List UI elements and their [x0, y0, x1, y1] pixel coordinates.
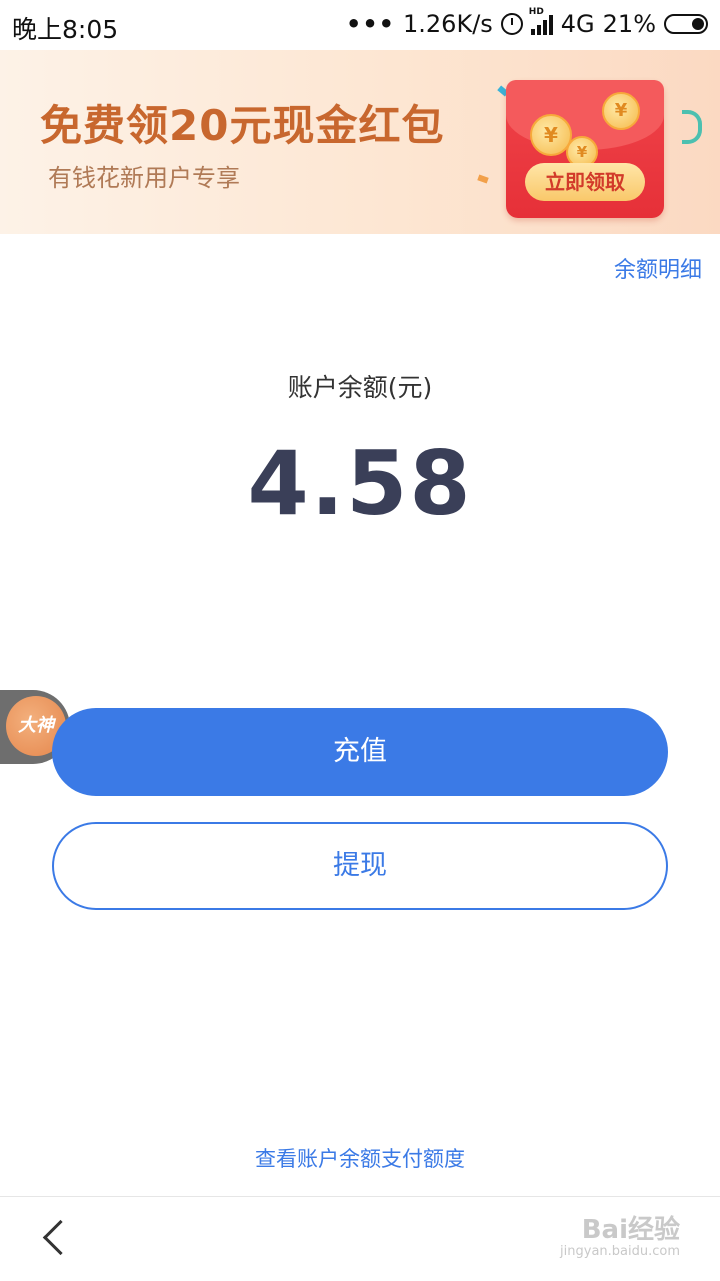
network-speed: 1.26K/s [403, 10, 493, 38]
claim-now-button[interactable]: 立即领取 [525, 163, 645, 201]
alarm-icon [500, 13, 523, 35]
watermark: Bai经验 jingyan.baidu.com [560, 1209, 680, 1259]
status-time: 晚上8:05 [12, 15, 119, 44]
banner-title: 免费领20元现金红包 [40, 101, 445, 150]
status-right: ••• 1.26K/s HD 4G 21% [345, 7, 708, 38]
payment-quota-link[interactable]: 查看账户余额支付额度 [0, 1143, 720, 1173]
back-icon[interactable] [42, 1219, 79, 1256]
coin-icon: ¥ [602, 92, 640, 130]
balance-detail-link[interactable]: 余额明细 [614, 252, 702, 284]
battery-percent: 21% [602, 10, 656, 38]
more-dots-icon: ••• [345, 10, 396, 38]
recharge-button[interactable]: 充值 [52, 708, 668, 796]
promo-banner[interactable]: 免费领20元现金红包 有钱花新用户专享 ¥ ¥ ¥ 立即领取 [0, 50, 720, 234]
withdraw-button[interactable]: 提现 [52, 822, 668, 910]
balance-value: 4.58 [247, 432, 473, 535]
battery-icon [664, 14, 708, 34]
confetti-icon [682, 110, 702, 144]
bottom-nav-bar: Bai经验 jingyan.baidu.com [0, 1196, 720, 1281]
network-type: 4G [560, 10, 595, 38]
status-bar: 晚上8:05 ••• 1.26K/s HD 4G 21% [0, 0, 720, 50]
confetti-icon [477, 174, 489, 184]
signal-icon: HD [529, 7, 553, 35]
watermark-url: jingyan.baidu.com [560, 1244, 680, 1259]
watermark-brand: Bai经验 [581, 1215, 680, 1245]
banner-subtitle: 有钱花新用户专享 [48, 164, 240, 192]
hd-label: HD [528, 7, 544, 17]
balance-label: 账户余额(元) [287, 373, 433, 402]
